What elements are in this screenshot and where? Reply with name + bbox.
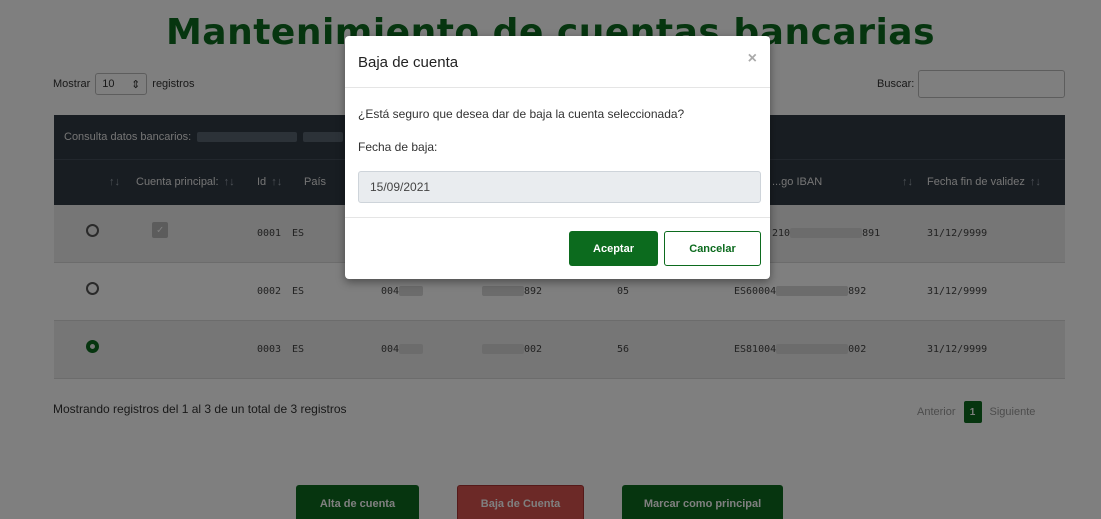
cancelar-button[interactable]: Cancelar [664,231,761,266]
modal-footer: Aceptar Cancelar [345,218,770,279]
modal-body: ¿Está seguro que desea dar de baja la cu… [345,88,770,218]
aceptar-button[interactable]: Aceptar [569,231,658,266]
fecha-baja-field[interactable]: 15/09/2021 [358,171,761,203]
modal-header: Baja de cuenta × [345,36,770,88]
close-icon[interactable]: × [748,50,757,68]
fecha-baja-label: Fecha de baja: [358,140,438,154]
baja-cuenta-modal: Baja de cuenta × ¿Está seguro que desea … [345,36,770,279]
modal-title: Baja de cuenta [358,54,459,71]
modal-question: ¿Está seguro que desea dar de baja la cu… [358,107,685,121]
